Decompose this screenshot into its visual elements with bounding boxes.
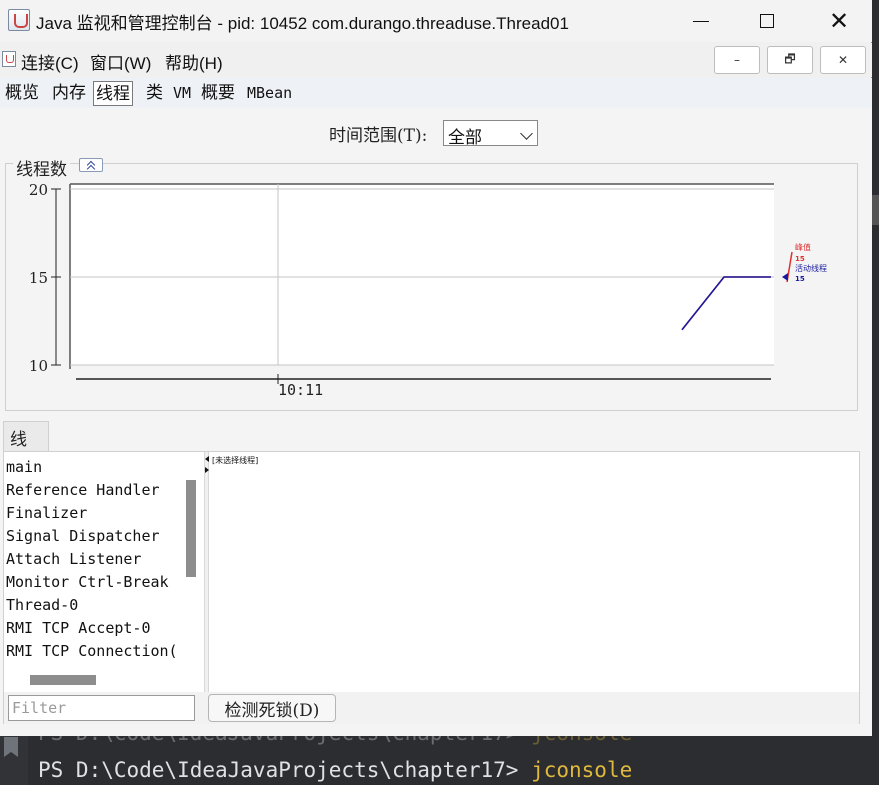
tab-mbeans[interactable]: MBean	[245, 81, 294, 106]
legend-peak-value: 15	[795, 255, 805, 263]
legend-active-marker	[782, 273, 788, 281]
terminal-line-current: PS D:\Code\IdeaJavaProjects\chapter17> j…	[38, 758, 633, 782]
bookmark-icon	[4, 737, 18, 757]
y-tick-label: 15	[29, 269, 48, 287]
chart-title: 线程数	[13, 155, 70, 180]
thread-list-item[interactable]: main	[6, 458, 42, 476]
tab-vm-summary[interactable]: 概要	[199, 81, 237, 106]
x-tick-label: 10:11	[278, 381, 323, 399]
detect-deadlock-button[interactable]: 检测死锁(D)	[208, 694, 336, 722]
thread-list-item[interactable]: Attach Listener	[6, 550, 141, 568]
window-maximize-button[interactable]	[734, 0, 800, 42]
thread-list-item[interactable]: RMI TCP Accept-0	[6, 619, 151, 637]
thread-count-chart-panel: 20 15 10 10:11 峰值 15 活动线程 15 线程数	[5, 155, 858, 411]
minimize-icon	[693, 20, 709, 22]
thread-detail-text: [未选择线程]	[212, 456, 259, 465]
thread-list-item[interactable]: Thread-0	[6, 596, 78, 614]
java-app-icon	[8, 9, 30, 31]
time-range-label: 时间范围(T):	[329, 126, 428, 146]
frame-minimize-button[interactable]: –	[714, 46, 760, 74]
terminal-gutter	[0, 735, 28, 785]
thread-count-chart: 20151010:11峰值15活动线程15	[29, 181, 827, 399]
thread-list-item[interactable]: Monitor Ctrl-Break	[6, 573, 169, 591]
menu-connect[interactable]: 连接(C)	[21, 49, 79, 74]
window-close-button[interactable]: ✕	[806, 0, 872, 42]
chevron-down-icon	[520, 127, 533, 140]
collapse-chart-button[interactable]	[79, 158, 103, 172]
y-tick-label: 20	[29, 181, 48, 199]
maximize-icon	[760, 14, 774, 28]
thread-list-item[interactable]: Signal Dispatcher	[6, 527, 160, 545]
close-icon: ✕	[828, 7, 850, 35]
arrow-left-icon[interactable]	[205, 456, 209, 462]
arrow-right-icon[interactable]	[205, 467, 209, 473]
plot-background	[70, 184, 774, 365]
tab-classes[interactable]: 类	[144, 81, 165, 106]
frame-restore-button[interactable]: 🗗	[767, 46, 813, 74]
menu-help[interactable]: 帮助(H)	[165, 49, 223, 74]
split-pane-divider[interactable]	[204, 452, 209, 692]
tab-vm[interactable]: VM	[171, 81, 193, 106]
window-title: Java 监视和管理控制台 - pid: 10452 com.durango.t…	[36, 14, 569, 33]
thread-list-item[interactable]: Finalizer	[6, 504, 87, 522]
threads-list-tab[interactable]: 线程	[3, 421, 49, 475]
thread-filter-input[interactable]	[8, 695, 195, 721]
thread-list-vertical-scrollbar[interactable]	[186, 480, 196, 577]
internal-frame-icon[interactable]	[2, 51, 16, 67]
menu-window[interactable]: 窗口(W)	[90, 49, 151, 74]
thread-list-horizontal-scrollbar[interactable]	[30, 675, 96, 685]
thread-list-item[interactable]: RMI TCP Connection(	[6, 642, 178, 660]
window-minimize-button[interactable]	[668, 0, 734, 42]
scroll-strip	[871, 195, 879, 225]
tab-threads[interactable]: 线程	[93, 81, 133, 106]
thread-list[interactable]: main Reference Handler Finalizer Signal Dis…	[4, 452, 185, 667]
time-range-value: 全部	[448, 128, 482, 148]
thread-actions-bar: 检测死锁(D)	[4, 692, 859, 724]
legend-active-value: 15	[795, 275, 805, 283]
thread-list-item[interactable]: Reference Handler	[6, 481, 160, 499]
legend-active-name: 活动线程	[795, 263, 827, 273]
legend-peak-name: 峰值	[795, 242, 811, 252]
time-range-select[interactable]: 全部	[443, 120, 538, 148]
frame-close-button[interactable]: ✕	[820, 46, 866, 74]
title-bar[interactable]: Java 监视和管理控制台 - pid: 10452 com.durango.t…	[0, 0, 872, 42]
y-tick-label: 10	[29, 357, 48, 375]
tab-overview[interactable]: 概览	[3, 81, 41, 106]
tab-memory[interactable]: 内存	[50, 81, 88, 106]
threads-tab-content: 时间范围(T): 全部 20151010:11峰值15活动线程15 线程数 线程…	[0, 108, 872, 736]
threads-area: main Reference Handler Finalizer Signal Dis…	[3, 451, 860, 724]
tab-bar: 概览 内存 线程 类 VM 概要 MBean	[0, 78, 872, 178]
jconsole-window: Java 监视和管理控制台 - pid: 10452 com.durango.t…	[0, 0, 872, 736]
